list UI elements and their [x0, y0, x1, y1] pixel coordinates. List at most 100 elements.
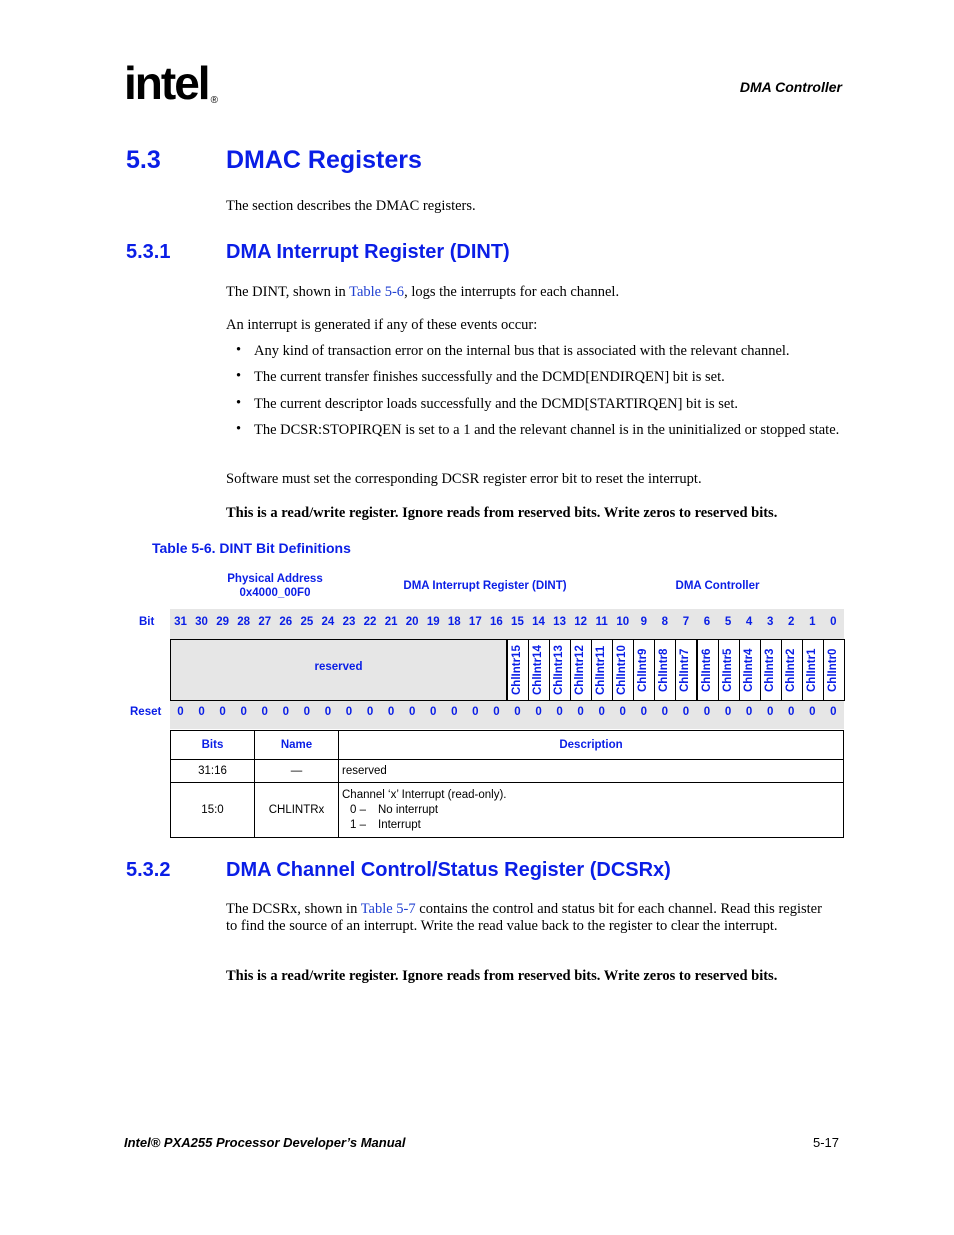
- text: The DINT, shown in: [226, 284, 350, 300]
- bit-number: 18: [447, 616, 461, 628]
- channel-field: ChlIntr8: [654, 639, 677, 701]
- channel-field: ChlIntr6: [696, 639, 719, 701]
- bullet-icon: •: [236, 368, 242, 384]
- footer-manual-title: Intel® PXA255 Processor Developer’s Manu…: [124, 1135, 406, 1150]
- reset-value: 0: [661, 706, 669, 718]
- bit-number: 25: [300, 616, 314, 628]
- name-cell: —: [254, 759, 339, 783]
- description-text: Channel ‘x’ Interrupt (read-only).: [342, 788, 507, 801]
- reset-value: 0: [430, 706, 437, 718]
- bit-number: 15: [511, 616, 524, 628]
- table-link[interactable]: Table 5-6: [349, 284, 404, 300]
- channel-field-label: ChlIntr5: [721, 648, 734, 692]
- section-number: 5.3: [126, 146, 161, 174]
- subsection-number: 5.3.2: [126, 859, 171, 881]
- description-cell: Channel ‘x’ Interrupt (read-only). 0 – No…: [338, 782, 844, 838]
- channel-field-label: ChlIntr10: [616, 645, 629, 695]
- channel-field-label: ChlIntr2: [784, 648, 797, 692]
- bit-label: Bit: [139, 616, 155, 628]
- bit-number: 2: [788, 616, 795, 628]
- value-item: 0 – No interrupt: [342, 803, 840, 818]
- table-link[interactable]: Table 5-7: [361, 901, 416, 917]
- register-name: DMA Interrupt Register (DINT): [403, 580, 567, 592]
- bit-description-table: Bits Name Description 31:16 — reserved 1…: [170, 730, 844, 838]
- logo-text: intel: [124, 57, 211, 109]
- bit-number: 12: [574, 616, 588, 628]
- reset-value: 0: [703, 706, 711, 718]
- channel-field: ChlIntr12: [570, 639, 593, 701]
- channel-field: ChlIntr7: [675, 639, 698, 701]
- bits-cell: 15:0: [170, 782, 255, 838]
- reset-value: 0: [472, 706, 479, 718]
- paragraph: Software must set the corresponding DCSR…: [226, 471, 702, 487]
- bit-number: 1: [809, 616, 816, 628]
- bit-number: 3: [766, 616, 774, 628]
- running-head: DMA Controller: [739, 79, 842, 95]
- reset-value: 0: [408, 706, 416, 718]
- reset-value: 0: [788, 706, 795, 718]
- reset-value: 0: [451, 706, 458, 718]
- reset-value: 0: [198, 706, 205, 718]
- bit-number: 11: [595, 616, 608, 628]
- physical-address: Physical Address 0x4000_00F0: [210, 572, 340, 600]
- table-row: 15:0 CHLINTRx Channel ‘x’ Interrupt (rea…: [170, 782, 844, 838]
- channel-field: ChlIntr2: [780, 639, 803, 701]
- channel-field: ChlIntr13: [549, 639, 572, 701]
- bit-number: 19: [426, 616, 440, 628]
- reset-value: 0: [745, 706, 753, 718]
- reset-value: 0: [240, 706, 247, 718]
- bullet-icon: •: [236, 421, 242, 437]
- bit-number: 4: [745, 616, 753, 628]
- page-number: 5-17: [812, 1135, 839, 1150]
- channel-field: ChlIntr14: [528, 639, 551, 701]
- intel-logo: intel ®: [124, 60, 224, 116]
- bit-number: 9: [640, 616, 648, 628]
- channel-field: ChlIntr15: [506, 639, 529, 701]
- reset-value: 0: [261, 706, 268, 718]
- list-item: The current transfer finishes successful…: [254, 369, 725, 385]
- reset-value: 0: [387, 706, 395, 718]
- channel-field-label: ChlIntr13: [553, 645, 566, 695]
- channel-field: ChlIntr5: [717, 639, 740, 701]
- subsection-number: 5.3.1: [126, 241, 171, 263]
- bit-number: 13: [553, 616, 566, 628]
- reset-value: 0: [619, 706, 626, 718]
- register-unit: DMA Controller: [675, 580, 760, 592]
- bit-number: 17: [468, 616, 482, 628]
- reset-value: 0: [598, 706, 605, 718]
- reset-value: 0: [577, 706, 584, 718]
- column-header-bits: Bits: [170, 730, 255, 760]
- subsection-title: DMA Channel Control/Status Register (DCS…: [226, 859, 671, 881]
- reset-value: 0: [535, 706, 542, 718]
- channel-field-label: ChlIntr0: [826, 648, 839, 692]
- bit-number: 30: [195, 616, 208, 628]
- reset-value: 0: [682, 706, 690, 718]
- bits-cell: 31:16: [170, 759, 255, 783]
- bit-number: 21: [384, 616, 398, 628]
- text: , logs the interrupts for each channel.: [404, 284, 620, 300]
- bit-number: 27: [258, 616, 272, 628]
- reset-value: 0: [324, 706, 332, 718]
- channel-field-label: ChlIntr12: [574, 645, 587, 695]
- channel-field-label: ChlIntr11: [595, 645, 608, 695]
- bit-number: 0: [830, 616, 837, 628]
- channel-field-label: ChlIntr14: [532, 645, 545, 695]
- name-cell: CHLINTRx: [254, 782, 339, 838]
- bit-number: 23: [342, 616, 356, 628]
- channel-field: ChlIntr9: [633, 639, 656, 701]
- channel-field: ChlIntr10: [612, 639, 635, 701]
- reset-value: 0: [724, 706, 732, 718]
- channel-field-label: ChlIntr6: [700, 648, 713, 692]
- reset-value: 0: [830, 706, 837, 718]
- reset-value: 0: [345, 706, 353, 718]
- bit-number: 22: [363, 616, 377, 628]
- section-intro: The section describes the DMAC registers…: [226, 198, 476, 214]
- list-item: Any kind of transaction error on the int…: [254, 343, 790, 359]
- bit-number: 16: [489, 616, 503, 628]
- physical-address-value: 0x4000_00F0: [239, 587, 311, 599]
- bit-number: 26: [279, 616, 293, 628]
- column-header-description: Description: [338, 730, 844, 760]
- bullet-icon: •: [236, 395, 242, 411]
- channel-field: ChlIntr0: [822, 639, 845, 701]
- value-meaning: No interrupt: [378, 803, 439, 816]
